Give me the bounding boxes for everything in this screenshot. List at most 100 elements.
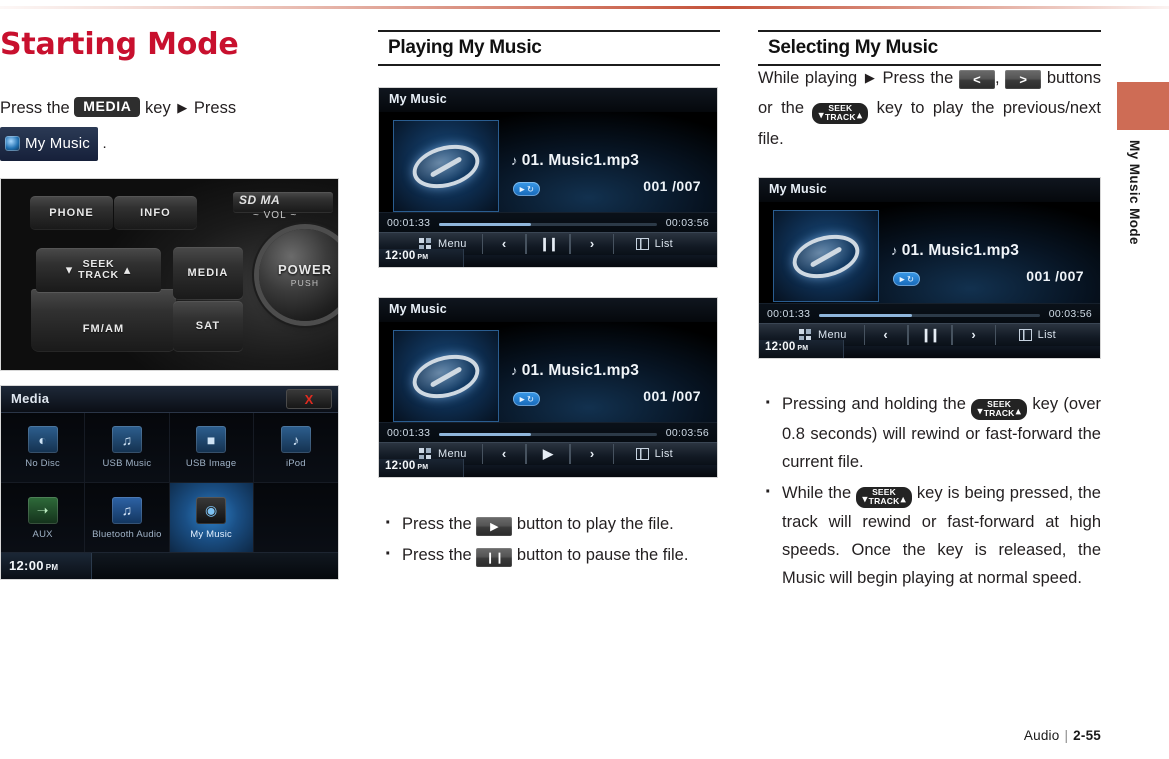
media-screen-clock-time: 12:00 (9, 558, 44, 573)
seek-badge-line2: TRACK (824, 111, 856, 122)
repeat-one-icon: ►↻ (513, 392, 540, 406)
seek-up-chevron-icon: ▴ (1015, 405, 1022, 417)
previous-track-button[interactable]: ‹ (482, 444, 526, 464)
player-clock-bar: 12:00 PM (379, 459, 717, 477)
bluetooth-icon: ♫ (111, 496, 142, 524)
instruction-before-key: Press the (0, 99, 70, 117)
media-source-bluetooth-audio[interactable]: ♫ Bluetooth Audio (85, 483, 170, 553)
player-body: ♪ 01. Music1.mp3 ►↻ 001 /007 (379, 322, 717, 423)
media-source-usb-image-label: USB Image (185, 458, 237, 469)
player-track-counter: 001 /007 (1026, 268, 1084, 284)
list-button[interactable]: List (635, 448, 673, 460)
middle-column: Playing My Music My Music ♪ 01. Music1.mp… (378, 0, 720, 568)
list-button[interactable]: List (635, 238, 673, 250)
next-button-badge[interactable] (1005, 70, 1042, 89)
player-body: ♪ 01. Music1.mp3 ►↻ 001 /007 (379, 112, 717, 213)
player-clock-meridiem: PM (797, 345, 809, 352)
panel-button-fm-am[interactable]: FM/AM (31, 289, 176, 351)
next-track-button[interactable]: › (570, 234, 614, 254)
progress-track[interactable] (819, 314, 1040, 317)
seek-up-chevron-icon: ▴ (856, 109, 863, 121)
media-source-aux[interactable]: ➝ AUX (1, 483, 86, 553)
media-source-usb-image[interactable]: ■ USB Image (169, 413, 254, 483)
player-elapsed-time: 00:01:33 (387, 427, 431, 439)
page-title: Starting Mode (0, 27, 239, 62)
media-source-usb-music[interactable]: ♫ USB Music (85, 413, 170, 483)
bullet-press-hold-before: Pressing and holding the (782, 395, 966, 413)
my-music-player-screen-selecting: My Music ♪ 01. Music1.mp3 ►↻ 001 /007 00:… (758, 177, 1101, 359)
previous-track-button[interactable]: ‹ (482, 234, 526, 254)
album-art (773, 210, 879, 302)
media-source-no-disc-label: No Disc (25, 458, 60, 469)
player-header: My Music (379, 298, 717, 322)
pause-button-badge[interactable] (476, 548, 513, 567)
media-source-ipod-label: iPod (285, 458, 306, 469)
transport-controls: ‹ ❙❙ › (863, 325, 996, 345)
media-source-my-music[interactable]: ◉ My Music (169, 483, 254, 553)
seek-up-chevron-icon: ▴ (123, 262, 132, 277)
panel-button-phone-label: PHONE (49, 206, 94, 219)
player-total-time: 00:03:56 (665, 217, 709, 229)
section-heading-playing-my-music-label: Playing My Music (388, 37, 542, 58)
list-button[interactable]: List (1018, 329, 1056, 341)
player-header-title: My Music (389, 92, 447, 106)
panel-button-phone[interactable]: PHONE (30, 196, 113, 229)
panel-button-info[interactable]: INFO (114, 196, 197, 229)
bullet-play: Press the button to play the file. (378, 509, 720, 538)
disc-icon (5, 136, 20, 151)
seek-track-key-badge[interactable]: ▾ SEEK TRACK ▴ (856, 487, 912, 509)
progress-track[interactable] (439, 223, 657, 226)
next-track-button[interactable]: › (951, 325, 996, 345)
section-heading-playing-my-music: Playing My Music (378, 30, 720, 66)
player-track-title-text: 01. Music1.mp3 (521, 152, 640, 169)
side-tab-label: My Music Mode (1127, 140, 1142, 245)
panel-button-sat[interactable]: SAT (173, 301, 243, 351)
media-source-empty (253, 483, 338, 553)
player-track-title-text: 01. Music1.mp3 (901, 242, 1020, 259)
arrow-icon: ▶ (864, 70, 875, 85)
player-header: My Music (379, 88, 717, 112)
panel-button-media[interactable]: MEDIA (173, 247, 243, 299)
seek-label-line2: TRACK (78, 269, 119, 281)
seek-track-key-badge[interactable]: ▾ SEEK TRACK ▴ (971, 398, 1028, 420)
media-source-no-disc[interactable]: ◐ No Disc (1, 413, 86, 483)
music-note-icon: ♪ (511, 153, 518, 168)
close-icon[interactable]: X (286, 389, 332, 409)
seek-track-key-badge[interactable]: ▾ SEEK TRACK ▴ (812, 102, 869, 124)
pause-button[interactable]: ❙❙ (526, 234, 570, 254)
my-music-menu-badge[interactable]: My Music (0, 127, 98, 161)
selecting-bullet-list: Pressing and holding the ▾SEEKTRACK▴ key… (758, 389, 1101, 595)
next-track-button[interactable]: › (570, 444, 614, 464)
panel-button-fm-am-label: FM/AM (82, 323, 125, 335)
play-button[interactable]: ▶ (526, 444, 570, 464)
media-screen-title: Media (11, 391, 50, 406)
progress-track[interactable] (439, 433, 657, 436)
panel-button-seek-track[interactable]: ▾ SEEK TRACK ▴ (36, 248, 161, 292)
section-heading-selecting-my-music-label: Selecting My Music (768, 37, 938, 58)
player-track-counter: 001 /007 (643, 178, 701, 194)
hyundai-logo-icon (790, 228, 862, 284)
album-art (393, 330, 499, 422)
player-track-title-text: 01. Music1.mp3 (521, 362, 640, 379)
player-header-title: My Music (769, 182, 827, 196)
starting-mode-instruction: Press the MEDIA key ▶ Press My Music . (0, 93, 345, 161)
pause-button[interactable]: ❙❙ (907, 325, 952, 345)
media-source-ipod[interactable]: ♪ iPod (253, 413, 338, 483)
bullet-play-after: button to play the file. (516, 515, 674, 533)
previous-track-button[interactable]: ‹ (863, 325, 908, 345)
previous-button-badge[interactable] (958, 70, 995, 89)
media-screen-clock: 12:00 PM (9, 558, 58, 573)
vol-label: VOL (263, 210, 287, 221)
media-source-screen: Media X ◐ No Disc ♫ USB Music ■ USB Imag… (0, 385, 339, 580)
media-key-badge[interactable]: MEDIA (74, 97, 141, 117)
player-track-counter: 001 /007 (643, 388, 701, 404)
player-clock-meridiem: PM (417, 254, 429, 261)
player-clock-time: 12:00 (385, 250, 416, 262)
media-source-usb-music-label: USB Music (102, 458, 152, 469)
seek-badge-line2: TRACK (868, 496, 900, 507)
play-button-badge[interactable] (476, 517, 513, 536)
music-note-icon: ♪ (891, 243, 898, 258)
player-track-title: ♪ 01. Music1.mp3 (511, 152, 639, 170)
sd-slot-label: SD MA (239, 193, 281, 207)
bullet-while-pressed-before: While the (782, 483, 852, 502)
